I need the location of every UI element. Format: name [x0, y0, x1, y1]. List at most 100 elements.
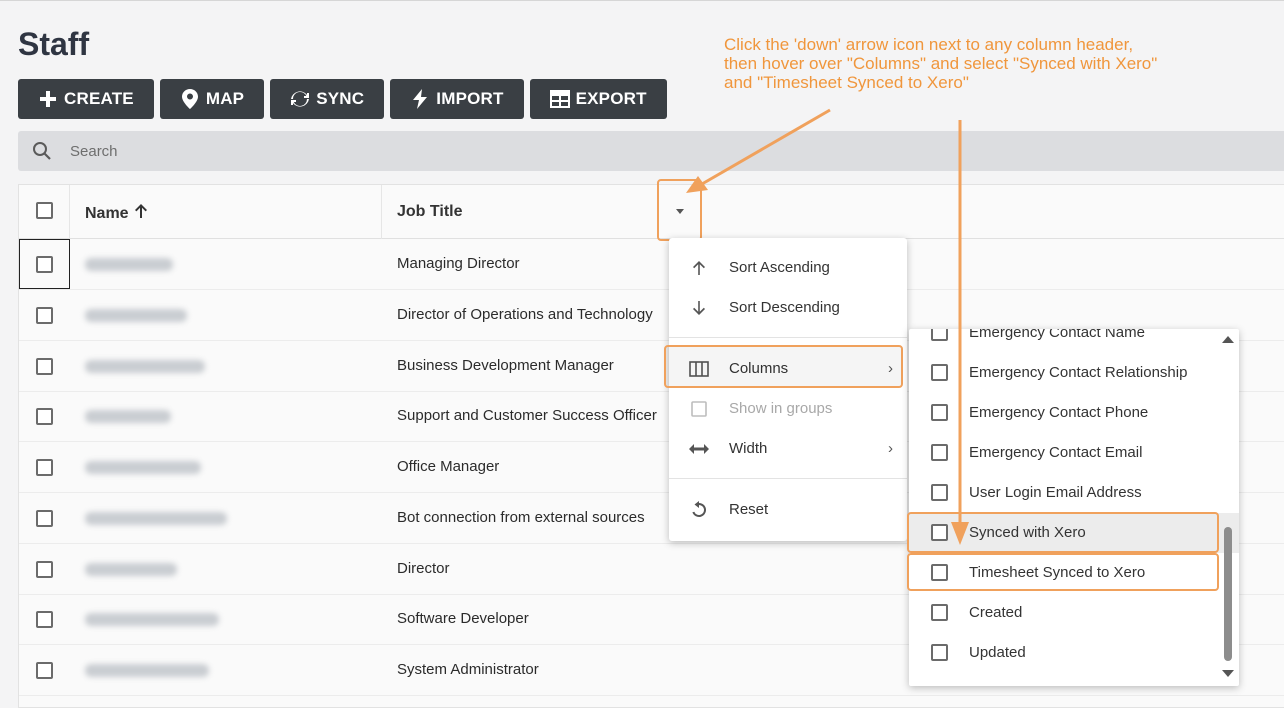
submenu-item-label: Updated [969, 644, 1026, 661]
arrow-down-icon [689, 298, 709, 318]
arrow-up-icon [133, 203, 149, 224]
column-checkbox[interactable] [931, 484, 948, 501]
toolbar: CREATE MAP SYNC IMPORT EXPORT [18, 79, 667, 119]
annotation-callout: Click the 'down' arrow icon next to any … [724, 35, 1244, 92]
row-checkbox[interactable] [36, 256, 53, 273]
import-button-label: IMPORT [436, 89, 504, 108]
submenu-item-label: User Login Email Address [969, 484, 1142, 501]
redacted-name [85, 563, 177, 576]
redacted-name [85, 613, 219, 626]
column-menu-button[interactable] [657, 179, 702, 241]
annotation-line: and "Timesheet Synced to Xero" [724, 73, 969, 92]
column-checkbox[interactable] [931, 444, 948, 461]
menu-item-reset[interactable]: Reset [669, 490, 907, 530]
job-title-cell: Software Developer [397, 610, 529, 627]
job-title-cell: System Administrator [397, 661, 539, 678]
row-checkbox[interactable] [36, 662, 53, 679]
chevron-down-icon [676, 209, 684, 214]
row-checkbox[interactable] [36, 408, 53, 425]
column-checkbox[interactable] [931, 404, 948, 421]
submenu-item-created[interactable]: Created [909, 593, 1239, 633]
redacted-name [85, 512, 227, 525]
column-header-name[interactable]: Name [85, 203, 149, 224]
menu-item-label: Reset [729, 501, 769, 518]
export-button-label: EXPORT [575, 89, 647, 108]
column-checkbox[interactable] [931, 644, 948, 661]
width-icon [689, 439, 709, 459]
column-header-name-label: Name [85, 204, 129, 222]
sync-icon [290, 89, 310, 109]
menu-item-sort-ascending[interactable]: Sort Ascending [669, 248, 907, 288]
redacted-name [85, 309, 187, 322]
column-checkbox[interactable] [931, 364, 948, 381]
menu-item-label: Width [729, 440, 768, 457]
row-checkbox[interactable] [36, 307, 53, 324]
scrollbar-thumb[interactable] [1224, 527, 1232, 661]
row-checkbox[interactable] [36, 611, 53, 628]
columns-submenu: Emergency Contact Name Emergency Contact… [909, 329, 1239, 686]
annotation-line: Click the 'down' arrow icon next to any … [724, 35, 1134, 54]
timesheet-synced-highlight [907, 553, 1219, 591]
menu-divider [669, 337, 907, 338]
redacted-name [85, 461, 201, 474]
column-divider [69, 185, 70, 239]
scroll-down-arrow-icon[interactable] [1222, 670, 1234, 677]
row-checkbox[interactable] [36, 459, 53, 476]
submenu-item-label: Created [969, 604, 1023, 621]
redacted-name [85, 664, 209, 677]
submenu-item-label: Emergency Contact Email [969, 444, 1143, 461]
row-checkbox[interactable] [36, 358, 53, 375]
row-checkbox[interactable] [36, 510, 53, 527]
menu-item-label: Show in groups [729, 400, 833, 417]
redacted-name [85, 360, 205, 373]
submenu-item-label: Emergency Contact Phone [969, 404, 1149, 421]
import-button[interactable]: IMPORT [390, 79, 524, 119]
job-title-cell: Office Manager [397, 458, 500, 475]
job-title-cell: Managing Director [397, 255, 520, 272]
create-button-label: CREATE [64, 89, 134, 108]
column-checkbox[interactable] [931, 329, 948, 341]
top-divider [0, 0, 1284, 1]
redacted-name [85, 258, 173, 271]
job-title-cell: Director of Operations and Technology [397, 306, 653, 323]
column-menu: Sort Ascending Sort Descending Columns ›… [669, 238, 907, 541]
submenu-item-updated[interactable]: Updated [909, 633, 1239, 673]
submenu-item-emergency-contact-relationship[interactable]: Emergency Contact Relationship [909, 353, 1239, 393]
menu-item-label: Sort Ascending [729, 259, 830, 276]
arrow-up-icon [689, 258, 709, 278]
grid-header: Name Job Title [19, 185, 1284, 239]
map-button[interactable]: MAP [159, 79, 265, 119]
job-title-cell: Support and Customer Success Officer [397, 407, 657, 424]
menu-item-width[interactable]: Width › [669, 429, 907, 469]
map-pin-icon [180, 89, 200, 109]
submenu-item-emergency-contact-name[interactable]: Emergency Contact Name [909, 329, 1239, 353]
column-checkbox[interactable] [931, 604, 948, 621]
export-button[interactable]: EXPORT [529, 79, 667, 119]
chevron-right-icon: › [888, 440, 893, 457]
row-checkbox[interactable] [36, 561, 53, 578]
job-title-cell: Director [397, 560, 450, 577]
column-header-job-title[interactable]: Job Title [397, 203, 463, 221]
plus-icon [38, 89, 58, 109]
search-bar [18, 131, 1284, 171]
column-divider [381, 185, 382, 239]
menu-item-label: Sort Descending [729, 299, 840, 316]
redacted-name [85, 410, 171, 423]
search-input[interactable] [68, 139, 668, 163]
job-title-cell: Bot connection from external sources [397, 509, 645, 526]
create-button[interactable]: CREATE [18, 79, 154, 119]
submenu-item-label: Emergency Contact Relationship [969, 364, 1188, 381]
submenu-item-label: Emergency Contact Name [969, 329, 1145, 341]
menu-item-sort-descending[interactable]: Sort Descending [669, 288, 907, 328]
submenu-item-user-login-email[interactable]: User Login Email Address [909, 473, 1239, 513]
select-all-checkbox[interactable] [36, 202, 53, 219]
menu-divider [669, 478, 907, 479]
table-row[interactable]: Managing Director [19, 239, 1284, 290]
menu-item-show-in-groups[interactable]: Show in groups [669, 389, 907, 429]
job-title-cell: Business Development Manager [397, 357, 614, 374]
reset-icon [689, 500, 709, 520]
sync-button[interactable]: SYNC [270, 79, 385, 119]
submenu-item-emergency-contact-email[interactable]: Emergency Contact Email [909, 433, 1239, 473]
scroll-up-arrow-icon[interactable] [1222, 336, 1234, 343]
submenu-item-emergency-contact-phone[interactable]: Emergency Contact Phone [909, 393, 1239, 433]
